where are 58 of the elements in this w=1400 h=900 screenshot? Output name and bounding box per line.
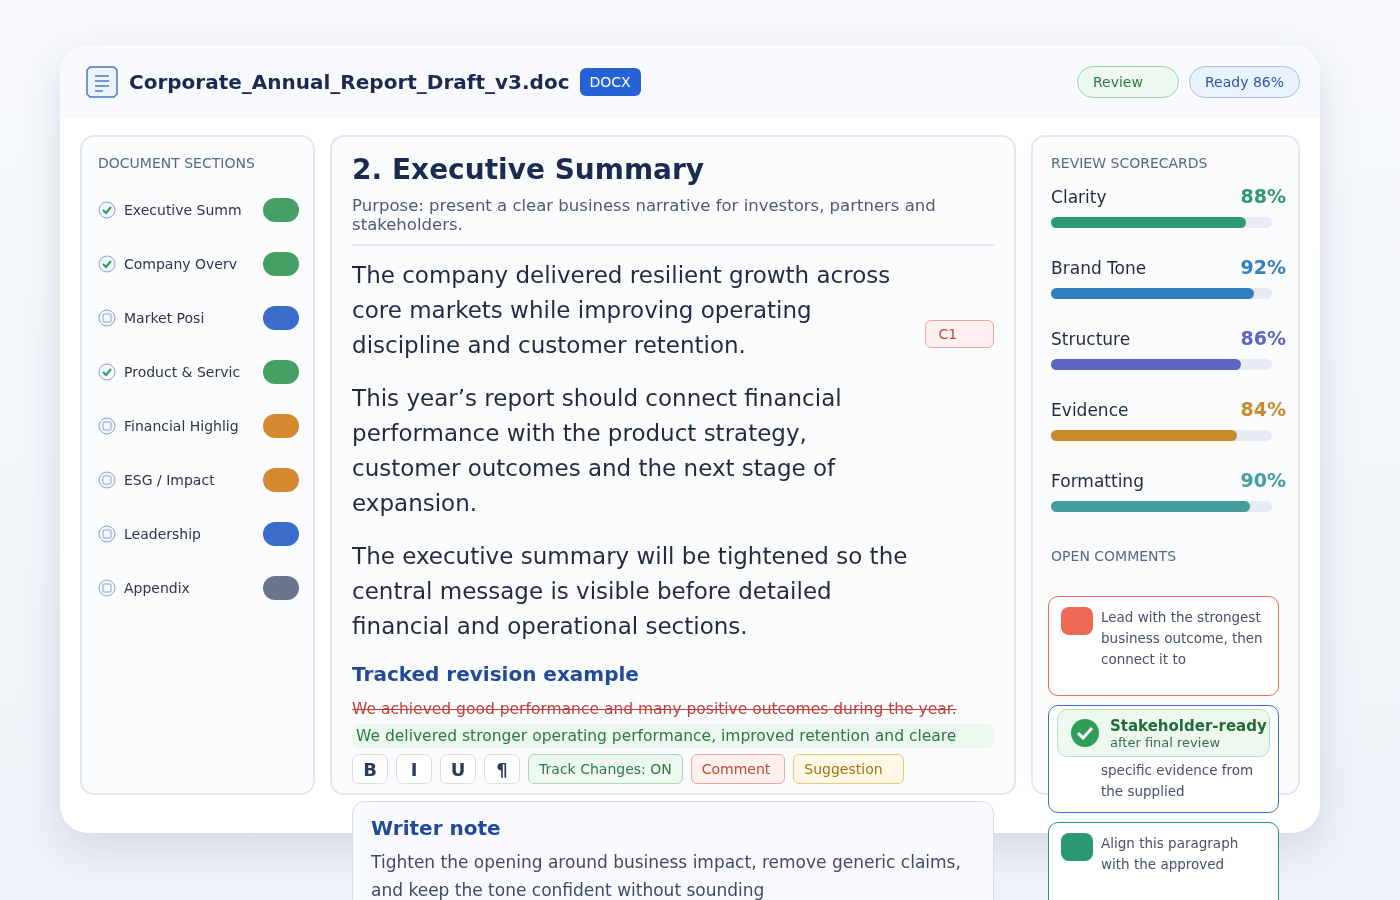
check-icon — [1070, 718, 1100, 748]
document-icon — [85, 64, 119, 99]
status-pill: Review — [1076, 65, 1179, 98]
checkbox[interactable] — [98, 471, 116, 489]
section-item[interactable]: Company Overv — [124, 256, 256, 272]
score-value: 84% — [1240, 398, 1286, 420]
score-label: Formatting — [1051, 471, 1144, 491]
toolbar-chip[interactable]: Suggestion — [793, 754, 904, 784]
section-item[interactable]: Leadership — [124, 526, 256, 542]
checkbox[interactable] — [98, 417, 116, 435]
section-item[interactable]: Product & Servic — [124, 364, 256, 380]
score-value: 92% — [1240, 256, 1286, 278]
badge-title: Stakeholder-ready — [1110, 716, 1267, 735]
paragraph: This year’s report should connect financial performance with the product strategy, customer outcomes and the next stage of expansion. — [352, 384, 843, 518]
note-title: Writer note — [371, 816, 502, 840]
toolbar-chip[interactable]: Comment — [690, 754, 786, 784]
checkbox[interactable] — [98, 309, 116, 327]
comment-text: Lead with the strongest business outcome, then connect it to — [1101, 608, 1264, 669]
section-item[interactable]: Appendix — [124, 580, 256, 596]
section-heading: 2. Executive Summary — [352, 153, 706, 186]
inserted-text: We delivered stronger operating performance, improved retention and cleare — [352, 724, 995, 748]
checkbox[interactable] — [98, 201, 116, 219]
note-text: Tighten the opening around business impact, remove generic claims, and keep the tone confident without sounding — [371, 851, 962, 900]
score-label: Brand Tone — [1051, 258, 1147, 278]
status-pill: Ready 86% — [1188, 65, 1300, 98]
section-item[interactable]: Market Posi — [124, 310, 256, 326]
badge-subtitle: after final review — [1110, 734, 1222, 750]
checkbox[interactable] — [98, 255, 116, 273]
panel-heading: REVIEW SCORECARDS — [1051, 155, 1209, 171]
format-badge: DOCX — [579, 67, 641, 96]
format-button[interactable]: ¶ — [484, 754, 521, 784]
checkbox[interactable] — [98, 525, 116, 543]
format-button[interactable]: B — [352, 754, 389, 784]
score-value: 86% — [1240, 327, 1286, 349]
comment-text: Align this paragraph with the approved — [1101, 834, 1240, 874]
section-item[interactable]: ESG / Impact — [124, 472, 256, 488]
deleted-text: We achieved good performance and many positive outcomes during the year. — [352, 700, 958, 718]
checkbox[interactable] — [98, 363, 116, 381]
panel-heading: DOCUMENT SECTIONS — [98, 155, 256, 171]
format-button[interactable]: I — [396, 754, 433, 784]
toolbar-chip[interactable]: Track Changes: ON — [528, 754, 683, 784]
document-title: Corporate_Annual_Report_Draft_v3.doc — [129, 69, 570, 94]
purpose-text: Purpose: present a clear business narrative for investors, partners and stakeholders. — [352, 196, 995, 246]
score-value: 90% — [1240, 469, 1286, 491]
section-item[interactable]: Executive Summ — [124, 202, 256, 218]
paragraph: The company delivered resilient growth across core markets while improving operating discipline and customer retention. — [352, 261, 892, 360]
comment-tag[interactable]: C1 — [925, 320, 995, 348]
comment-text: specific evidence from the supplied — [1101, 761, 1255, 801]
paragraph: The executive summary will be tightened so the central message is visible before detailed financial and operational sections. — [352, 542, 909, 641]
score-value: 88% — [1240, 185, 1286, 207]
panel-heading: OPEN COMMENTS — [1051, 548, 1178, 564]
score-label: Structure — [1051, 329, 1131, 349]
score-label: Evidence — [1051, 400, 1129, 420]
score-label: Clarity — [1051, 187, 1107, 207]
section-item[interactable]: Financial Highlig — [124, 418, 256, 434]
format-button[interactable]: U — [440, 754, 477, 784]
revision-heading: Tracked revision example — [352, 662, 640, 686]
checkbox[interactable] — [98, 579, 116, 597]
